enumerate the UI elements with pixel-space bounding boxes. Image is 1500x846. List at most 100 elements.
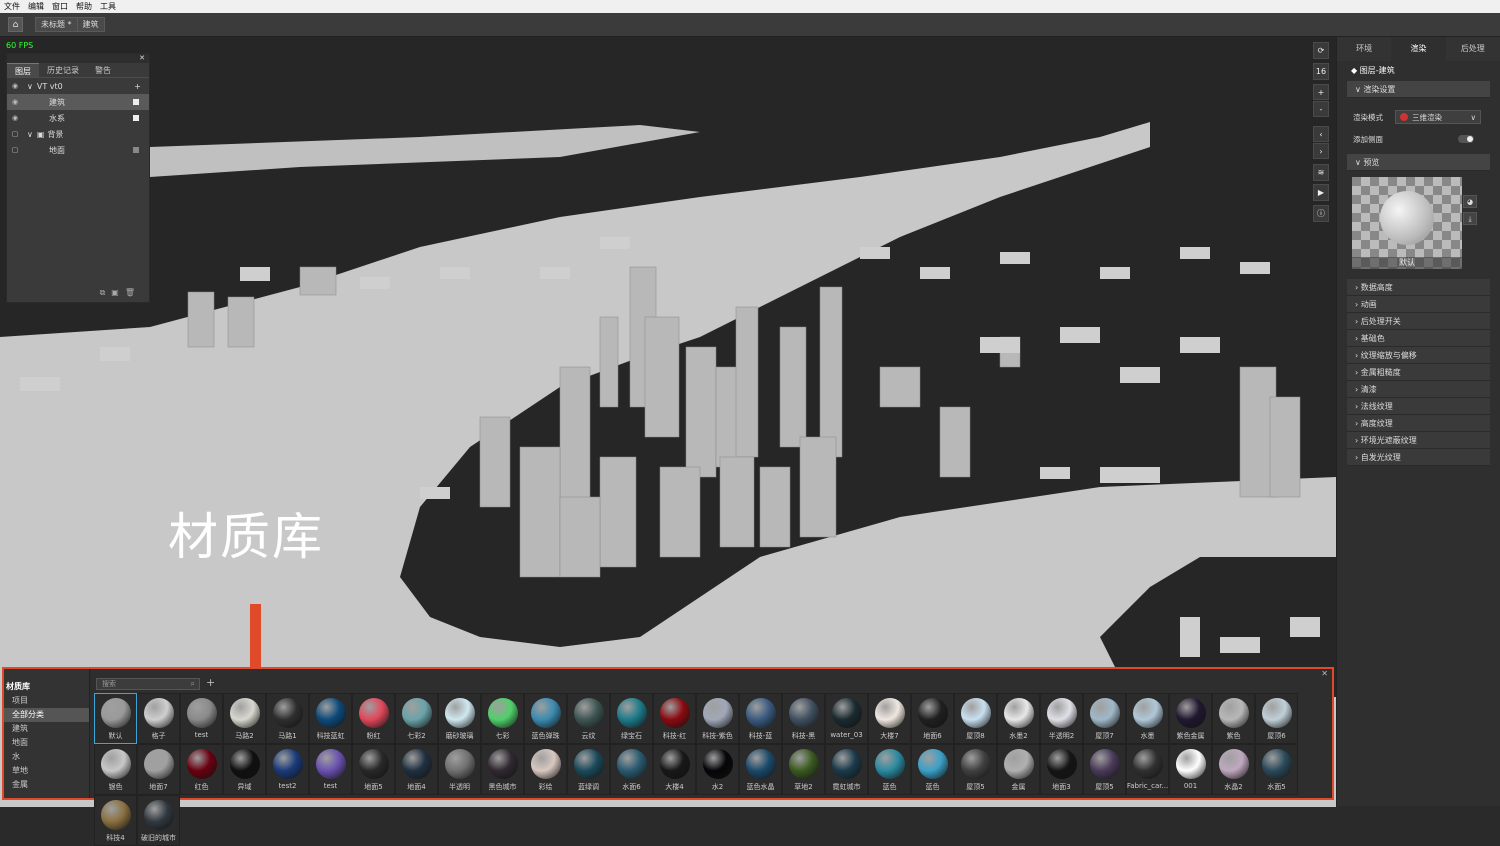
material-tile[interactable]: 格子 — [137, 693, 180, 744]
material-tile[interactable]: 地面5 — [352, 744, 395, 795]
add-side-toggle[interactable] — [1458, 135, 1474, 143]
eye-icon[interactable]: ◉ — [9, 82, 21, 90]
material-tile[interactable]: test — [309, 744, 352, 795]
layer-row-water[interactable]: ◉ 水系 — [7, 110, 149, 126]
material-tile[interactable]: 金属 — [997, 744, 1040, 795]
hidden-icon[interactable]: ▢ — [9, 130, 21, 138]
eye-icon[interactable]: ◉ — [9, 98, 21, 106]
material-tile[interactable]: 七彩2 — [395, 693, 438, 744]
material-tile[interactable]: 地面7 — [137, 744, 180, 795]
tab-render[interactable]: 渲染 — [1391, 37, 1446, 61]
checkbox[interactable] — [133, 99, 139, 105]
material-tile[interactable]: 蓝色水晶 — [739, 744, 782, 795]
layer-row-background[interactable]: ▢ ∨ ▣ 背景 — [7, 126, 149, 142]
material-tile[interactable]: 科技4 — [94, 795, 137, 846]
layer-footer-icons[interactable]: ⧉▣🗑 — [100, 288, 141, 298]
material-tile[interactable]: 磨砂玻璃 — [438, 693, 481, 744]
material-tile[interactable]: 科技蓝虹 — [309, 693, 352, 744]
section-render-settings[interactable]: ∨ 渲染设置 — [1347, 81, 1490, 98]
render-mode-select[interactable]: 三维渲染 ∨ — [1395, 110, 1481, 124]
material-tile[interactable]: 水墨2 — [997, 693, 1040, 744]
material-tile[interactable]: 粉红 — [352, 693, 395, 744]
material-tile[interactable]: 破旧的城市 — [137, 795, 180, 846]
material-tile[interactable]: test — [180, 693, 223, 744]
section-data-height[interactable]: › 数据高度 — [1347, 279, 1490, 296]
layer-row-ground[interactable]: ▢ 地面 — [7, 142, 149, 158]
chevron-down-icon[interactable]: ∨ — [27, 130, 33, 139]
material-tile[interactable]: 云纹 — [567, 693, 610, 744]
material-tile[interactable]: 马路2 — [223, 693, 266, 744]
material-tile[interactable]: 水2 — [696, 744, 739, 795]
search-input[interactable]: 搜索 ⌕ — [96, 678, 200, 690]
section-normal-texture[interactable]: › 法线纹理 — [1347, 398, 1490, 415]
material-tile[interactable]: 水墨 — [1126, 693, 1169, 744]
category-all[interactable]: 全部分类 — [4, 708, 89, 722]
section-ao-texture[interactable]: › 环境光遮蔽纹理 — [1347, 432, 1490, 449]
material-tile[interactable]: 屋顶8 — [954, 693, 997, 744]
wifi-icon[interactable]: ≋ — [1313, 164, 1329, 181]
eye-icon[interactable]: ◉ — [9, 114, 21, 122]
zoom-in-button[interactable]: + — [1313, 84, 1329, 100]
preview-sphere-button[interactable]: ◕ — [1463, 195, 1477, 208]
material-tile[interactable]: 屋顶5 — [1083, 744, 1126, 795]
category-project[interactable]: 项目 — [4, 694, 89, 708]
material-tile[interactable]: 半透明2 — [1040, 693, 1083, 744]
material-tile[interactable]: 科技-蓝 — [739, 693, 782, 744]
menu-help[interactable]: 帮助 — [76, 1, 92, 12]
material-tile[interactable]: test2 — [266, 744, 309, 795]
material-tile[interactable]: 屋顶7 — [1083, 693, 1126, 744]
material-tile[interactable]: 科技-红 — [653, 693, 696, 744]
material-tile[interactable]: 马路1 — [266, 693, 309, 744]
material-tile[interactable]: 科技-黑 — [782, 693, 825, 744]
category-water[interactable]: 水 — [4, 750, 89, 764]
search-icon[interactable]: ⌕ — [191, 679, 195, 689]
download-icon[interactable]: ⤓ — [1463, 212, 1477, 225]
zoom-out-button[interactable]: - — [1313, 101, 1329, 117]
close-icon[interactable]: ✕ — [1321, 669, 1328, 678]
tab-postprocess[interactable]: 后处理 — [1446, 37, 1500, 61]
material-tile[interactable]: 默认 — [94, 693, 137, 744]
checkbox[interactable] — [133, 115, 139, 121]
material-tile[interactable]: 水面5 — [1255, 744, 1298, 795]
material-tile[interactable]: 草地2 — [782, 744, 825, 795]
material-tile[interactable]: 科技-紫色 — [696, 693, 739, 744]
material-tile[interactable]: 半透明 — [438, 744, 481, 795]
layer-row-buildings[interactable]: ◉ 建筑 — [7, 94, 149, 110]
material-tile[interactable]: 大楼7 — [868, 693, 911, 744]
tab-document[interactable]: 未标题 * — [35, 17, 78, 32]
tab-history[interactable]: 历史记录 — [39, 63, 87, 77]
material-tile[interactable]: 001 — [1169, 744, 1212, 795]
add-material-button[interactable]: + — [206, 676, 215, 689]
material-tile[interactable]: 彩绘 — [524, 744, 567, 795]
menu-file[interactable]: 文件 — [4, 1, 20, 12]
rotate-left-button[interactable]: ‹ — [1313, 126, 1329, 142]
reset-view-icon[interactable]: ⟳ — [1313, 42, 1329, 59]
category-building[interactable]: 建筑 — [4, 722, 89, 736]
section-emissive-texture[interactable]: › 自发光纹理 — [1347, 449, 1490, 466]
hidden-icon[interactable]: ▢ — [9, 146, 21, 154]
layer-row-vt[interactable]: ◉ ∨ VT vt0 + — [7, 78, 149, 94]
tab-environment[interactable]: 环境 — [1337, 37, 1391, 61]
material-tile[interactable]: water_03 — [825, 693, 868, 744]
section-postprocess-switch[interactable]: › 后处理开关 — [1347, 313, 1490, 330]
checkbox[interactable] — [133, 147, 139, 153]
material-tile[interactable]: 屋顶5 — [954, 744, 997, 795]
material-tile[interactable]: 银色 — [94, 744, 137, 795]
material-tile[interactable]: 紫色 — [1212, 693, 1255, 744]
close-icon[interactable]: ✕ — [7, 54, 149, 63]
material-tile[interactable]: 绿宝石 — [610, 693, 653, 744]
zoom-level[interactable]: 16 — [1313, 63, 1329, 80]
category-ground[interactable]: 地面 — [4, 736, 89, 750]
menu-edit[interactable]: 编辑 — [28, 1, 44, 12]
material-tile[interactable]: 水面6 — [610, 744, 653, 795]
material-tile[interactable]: 七彩 — [481, 693, 524, 744]
section-texture-scale[interactable]: › 纹理缩放与偏移 — [1347, 347, 1490, 364]
section-height-texture[interactable]: › 高度纹理 — [1347, 415, 1490, 432]
material-tile[interactable]: 蓝绿调 — [567, 744, 610, 795]
info-icon[interactable]: ⓘ — [1313, 205, 1329, 222]
tab-warnings[interactable]: 警告 — [87, 63, 119, 77]
material-tile[interactable]: 地面6 — [911, 693, 954, 744]
section-clearcoat[interactable]: › 清漆 — [1347, 381, 1490, 398]
menu-tools[interactable]: 工具 — [100, 1, 116, 12]
material-tile[interactable]: 地面4 — [395, 744, 438, 795]
